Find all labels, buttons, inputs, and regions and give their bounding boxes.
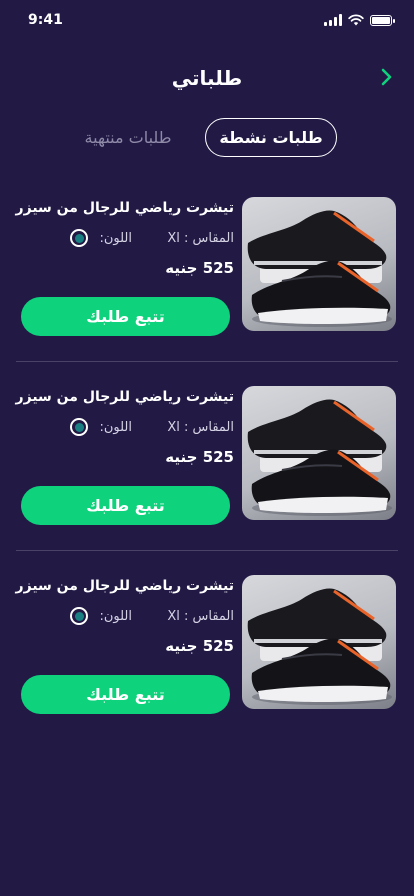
chevron-right-icon <box>381 68 392 86</box>
color-option-radio[interactable] <box>70 607 88 625</box>
product-size: المقاس : Xl <box>167 420 234 435</box>
back-button[interactable] <box>374 64 400 90</box>
product-price: 525 جنيه <box>165 259 234 277</box>
product-name: تيشرت رياضي للرجال من سيزر <box>15 200 234 216</box>
product-size: المقاس : Xl <box>167 609 234 624</box>
order-card: تيشرت رياضي للرجال من سيزر المقاس : Xl ا… <box>0 575 414 765</box>
divider <box>16 361 398 362</box>
product-image[interactable] <box>242 386 396 520</box>
status-icons <box>324 14 395 26</box>
page-title: طلباتي <box>171 66 243 90</box>
track-order-button[interactable]: تتبع طلبك <box>21 675 230 714</box>
color-swatch <box>74 233 84 243</box>
order-card: تيشرت رياضي للرجال من سيزر المقاس : Xl ا… <box>0 197 414 387</box>
sneakers-photo <box>247 588 392 705</box>
product-price: 525 جنيه <box>165 637 234 655</box>
product-color-label: اللون: <box>99 420 132 435</box>
header: طلباتي <box>0 60 414 96</box>
tab-finished-orders[interactable]: طلبات منتهية <box>60 118 196 157</box>
sneakers-photo <box>247 210 392 327</box>
product-size: المقاس : Xl <box>167 231 234 246</box>
order-card: تيشرت رياضي للرجال من سيزر المقاس : Xl ا… <box>0 386 414 576</box>
track-order-button[interactable]: تتبع طلبك <box>21 486 230 525</box>
status-time: 9:41 <box>28 12 63 28</box>
track-order-button[interactable]: تتبع طلبك <box>21 297 230 336</box>
signal-icon <box>324 14 342 26</box>
color-swatch <box>74 422 84 432</box>
wifi-icon <box>348 14 364 26</box>
order-tabs: طلبات نشطة طلبات منتهية <box>0 118 414 158</box>
status-bar: 9:41 <box>0 0 414 44</box>
tab-active-orders[interactable]: طلبات نشطة <box>205 118 337 157</box>
product-image[interactable] <box>242 197 396 331</box>
color-swatch <box>74 611 84 621</box>
product-color-label: اللون: <box>99 231 132 246</box>
product-name: تيشرت رياضي للرجال من سيزر <box>15 578 234 594</box>
product-price: 525 جنيه <box>165 448 234 466</box>
product-image[interactable] <box>242 575 396 709</box>
color-option-radio[interactable] <box>70 229 88 247</box>
sneakers-photo <box>247 399 392 516</box>
color-option-radio[interactable] <box>70 418 88 436</box>
product-color-label: اللون: <box>99 609 132 624</box>
product-name: تيشرت رياضي للرجال من سيزر <box>15 389 234 405</box>
divider <box>16 550 398 551</box>
battery-icon <box>370 15 395 26</box>
